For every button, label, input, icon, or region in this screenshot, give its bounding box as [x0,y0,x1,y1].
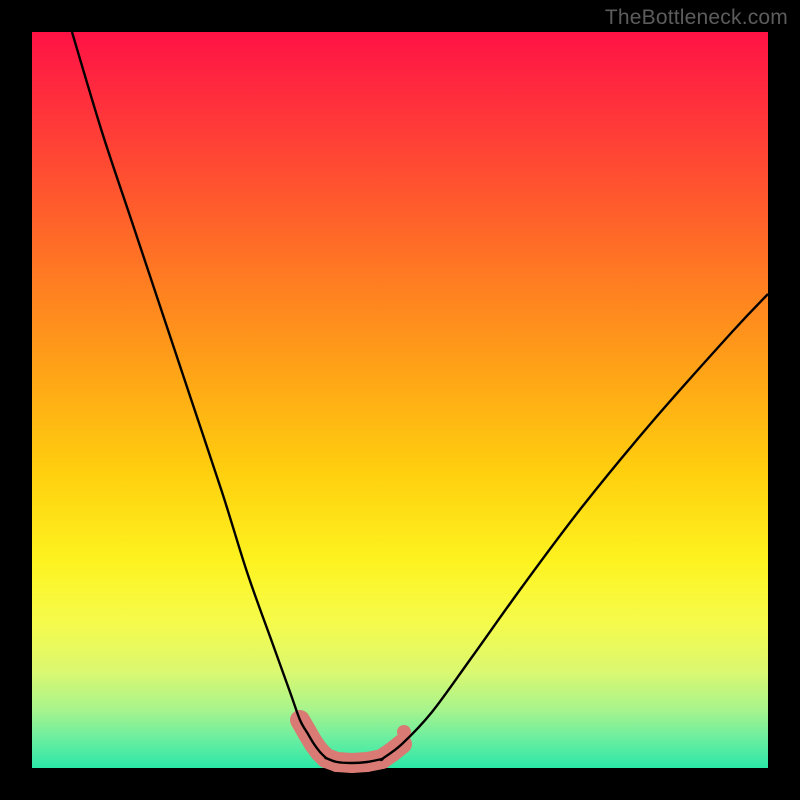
bottleneck-curve [72,32,768,763]
chart-svg [32,32,768,768]
watermark-text: TheBottleneck.com [605,6,788,30]
chart-frame: TheBottleneck.com [0,0,800,800]
plot-area [32,32,768,768]
marker-series [300,720,411,763]
